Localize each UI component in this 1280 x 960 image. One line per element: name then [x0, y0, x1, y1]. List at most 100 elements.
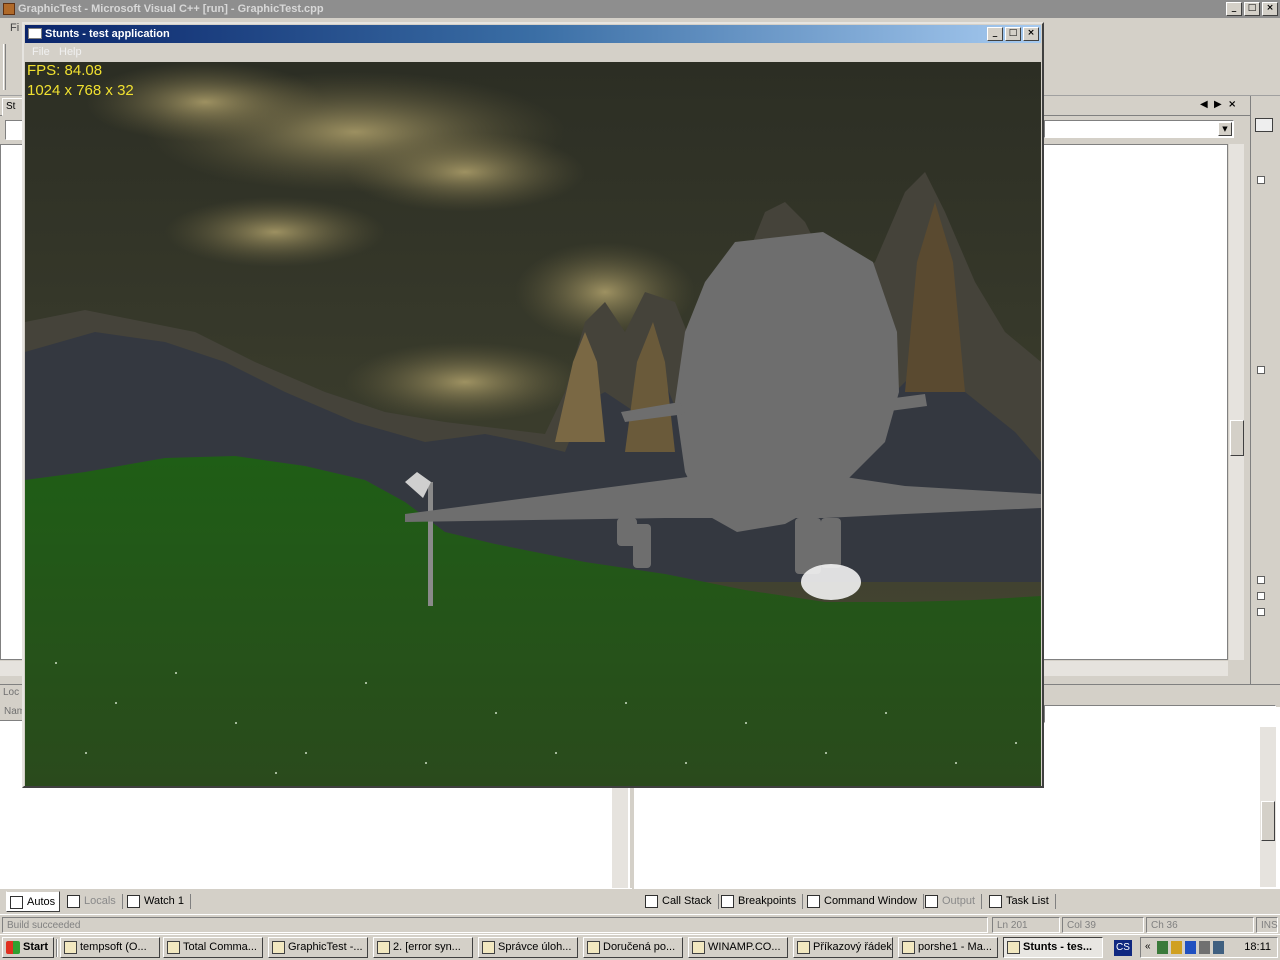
mail-icon [587, 941, 600, 954]
status-line: Ln 201 [992, 917, 1060, 933]
tab-scroll-right-icon[interactable]: ▶ [1214, 99, 1222, 110]
side-dock-strip [1250, 96, 1280, 684]
tab-autos[interactable]: Autos [6, 891, 61, 912]
tray-expand-icon[interactable]: « [1145, 941, 1156, 954]
properties-icon[interactable] [1257, 366, 1265, 374]
tab-label: Watch 1 [144, 895, 184, 907]
volume-icon[interactable] [1171, 941, 1182, 954]
class-view-icon[interactable] [1257, 592, 1265, 600]
minimize-icon[interactable]: _ [1226, 2, 1242, 16]
taskbar-item-label: porshe1 - Ma... [918, 941, 992, 953]
application-window-icon [1007, 941, 1020, 954]
autos-icon [10, 896, 23, 909]
maximize-icon[interactable]: □ [1244, 2, 1260, 16]
member-selector[interactable]: ▼ [1044, 120, 1234, 138]
tab-command-window[interactable]: Command Window [804, 891, 924, 912]
tab-scroll-left-icon[interactable]: ◀ [1200, 99, 1208, 110]
ide-window-controls: _ □ × [1226, 2, 1278, 16]
class-selector[interactable] [5, 120, 23, 140]
stunts-titlebar[interactable]: Stunts - test application _ □ × [25, 25, 1041, 43]
taskbar-item-label: Total Comma... [183, 941, 257, 953]
stunts-menubar: File Help [25, 43, 1041, 62]
output-scrollbar[interactable] [1260, 727, 1276, 887]
server-explorer-icon[interactable] [1257, 576, 1265, 584]
watch-icon [127, 895, 140, 908]
tab-locals[interactable]: Locals [64, 891, 123, 912]
tab-watch-1[interactable]: Watch 1 [124, 891, 191, 912]
tab-label: Task List [1006, 895, 1049, 907]
tab-label: Command Window [824, 895, 917, 907]
paint-icon [902, 941, 915, 954]
taskbar-item[interactable]: 2. [error syn... [373, 937, 473, 958]
windows-taskbar: Start tempsoft (O... Total Comma... Grap… [0, 934, 1280, 960]
scroll-thumb[interactable] [1230, 420, 1244, 456]
tab-call-stack[interactable]: Call Stack [642, 891, 719, 912]
close-icon[interactable]: × [1262, 2, 1278, 16]
command-window-icon [807, 895, 820, 908]
toolbar-grip[interactable] [3, 44, 6, 90]
taskbar-item[interactable]: Doručená po... [583, 937, 683, 958]
taskbar-item-label: WINAMP.CO... [708, 941, 781, 953]
start-button[interactable]: Start [2, 937, 54, 958]
taskbar-separator [56, 939, 58, 957]
taskbar-item[interactable]: tempsoft (O... [60, 937, 160, 958]
taskbar-item-label: Stunts - tes... [1023, 941, 1093, 953]
breakpoints-icon [721, 895, 734, 908]
application-window-icon [28, 28, 42, 39]
shield-icon[interactable] [1185, 941, 1196, 954]
locals-icon [67, 895, 80, 908]
taskbar-item-label: Správce úloh... [498, 941, 572, 953]
tab-label: Locals [84, 895, 116, 907]
scroll-thumb[interactable] [1261, 801, 1275, 841]
status-message: Build succeeded [2, 917, 988, 933]
toolbox-icon[interactable] [1257, 176, 1265, 184]
tab-output[interactable]: Output [922, 891, 983, 912]
browser-icon [692, 941, 705, 954]
stunts-title: Stunts - test application [45, 28, 170, 40]
output-source-selector[interactable] [1044, 705, 1276, 723]
ide-titlebar[interactable]: GraphicTest - Microsoft Visual C++ [run]… [0, 0, 1280, 18]
taskbar-item[interactable]: WINAMP.CO... [688, 937, 788, 958]
clock[interactable]: 18:11 [1244, 938, 1271, 957]
taskbar-item[interactable]: Příkazový řádek [793, 937, 893, 958]
menu-help[interactable]: Help [59, 46, 82, 58]
language-indicator[interactable]: CS [1114, 940, 1132, 956]
editor-vertical-scrollbar[interactable] [1228, 144, 1244, 660]
taskbar-item-label: Příkazový řádek [813, 941, 892, 953]
taskbar-item-label: tempsoft (O... [80, 941, 147, 953]
tab-task-list[interactable]: Task List [986, 891, 1056, 912]
tab-label: Breakpoints [738, 895, 797, 907]
taskbar-item[interactable]: Stunts - tes... [1003, 937, 1103, 958]
solution-explorer-icon[interactable] [1255, 118, 1273, 132]
tray-app-icon[interactable] [1199, 941, 1210, 954]
close-document-icon[interactable]: × [1228, 99, 1236, 110]
minimize-icon[interactable]: _ [987, 27, 1003, 41]
resource-view-icon[interactable] [1257, 608, 1265, 616]
command-prompt-icon [797, 941, 810, 954]
taskbar-item-label: 2. [error syn... [393, 941, 461, 953]
visual-cpp-icon [272, 941, 285, 954]
taskbar-item[interactable]: porshe1 - Ma... [898, 937, 998, 958]
task-manager-icon [482, 941, 495, 954]
dropdown-arrow-icon[interactable]: ▼ [1218, 122, 1232, 136]
visual-cpp-icon [3, 3, 15, 15]
close-icon[interactable]: × [1023, 27, 1039, 41]
tab-label: Output [942, 895, 976, 907]
total-commander-icon [167, 941, 180, 954]
network-icon[interactable] [1157, 941, 1168, 954]
taskbar-item[interactable]: GraphicTest -... [268, 937, 368, 958]
menu-file[interactable]: Fi [10, 22, 19, 34]
taskbar-item[interactable]: Správce úloh... [478, 937, 578, 958]
taskbar-item[interactable]: Total Comma... [163, 937, 263, 958]
ide-title: GraphicTest - Microsoft Visual C++ [run]… [18, 3, 324, 15]
tray-app-icon[interactable] [1213, 941, 1224, 954]
debug-tabs-right: Call Stack Breakpoints Command Window Ou… [634, 888, 1280, 914]
tab-breakpoints[interactable]: Breakpoints [718, 891, 804, 912]
system-tray: « 18:11 [1140, 937, 1278, 958]
dust-cloud [801, 564, 861, 600]
maximize-icon[interactable]: □ [1005, 27, 1021, 41]
game-viewport[interactable]: FPS: 84.08 1024 x 768 x 32 [25, 62, 1041, 786]
taskbar-item-label: Doručená po... [603, 941, 676, 953]
windows-logo-icon [6, 941, 20, 954]
menu-file[interactable]: File [32, 46, 50, 58]
